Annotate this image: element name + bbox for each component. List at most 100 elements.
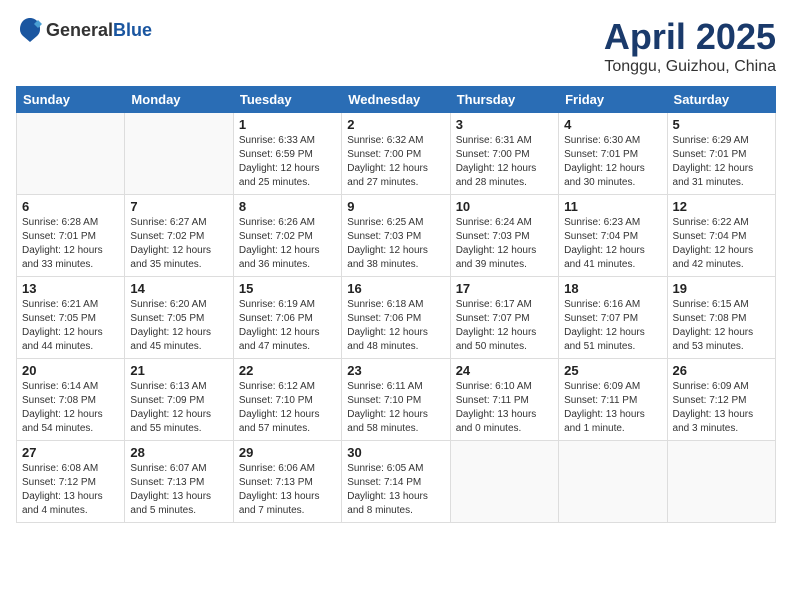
day-info: Sunrise: 6:21 AM Sunset: 7:05 PM Dayligh… <box>22 298 119 354</box>
table-row: 27Sunrise: 6:08 AM Sunset: 7:12 PM Dayli… <box>17 441 125 523</box>
table-row: 7 Sunrise: 6:27 AM Sunset: 7:02 PM Daylig… <box>125 195 233 277</box>
day-info: Sunrise: 6:09 AM Sunset: 7:11 PM Dayligh… <box>564 380 661 436</box>
day-info: Sunrise: 6:09 AM Sunset: 7:12 PM Dayligh… <box>673 380 770 436</box>
col-thursday: Thursday <box>450 87 558 113</box>
day-number: 3 <box>456 117 553 132</box>
table-row: 1Sunrise: 6:33 AM Sunset: 6:59 PM Daylig… <box>233 113 341 195</box>
table-row <box>450 441 558 523</box>
day-number: 19 <box>673 281 770 296</box>
table-row: 20 Sunrise: 6:14 AM Sunset: 7:08 PM Dayli… <box>17 359 125 441</box>
day-info: Sunrise: 6:05 AM Sunset: 7:14 PM Dayligh… <box>347 462 444 518</box>
day-number: 14 <box>130 281 227 296</box>
day-number: 21 <box>130 363 227 378</box>
day-info: Sunrise: 6:26 AM Sunset: 7:02 PM Dayligh… <box>239 216 336 272</box>
day-info: Sunrise: 6:13 AM Sunset: 7:09 PM Dayligh… <box>130 380 227 436</box>
day-number: 30 <box>347 445 444 460</box>
day-info: Sunrise: 6:28 AM Sunset: 7:01 PM Dayligh… <box>22 216 119 272</box>
day-info: Sunrise: 6:32 AM Sunset: 7:00 PM Dayligh… <box>347 134 444 190</box>
day-info: Sunrise: 6:30 AM Sunset: 7:01 PM Dayligh… <box>564 134 661 190</box>
day-info: Sunrise: 6:22 AM Sunset: 7:04 PM Dayligh… <box>673 216 770 272</box>
day-info: Sunrise: 6:14 AM Sunset: 7:08 PM Dayligh… <box>22 380 119 436</box>
day-info: Sunrise: 6:23 AM Sunset: 7:04 PM Dayligh… <box>564 216 661 272</box>
day-info: Sunrise: 6:08 AM Sunset: 7:12 PM Dayligh… <box>22 462 119 518</box>
table-row: 15Sunrise: 6:19 AM Sunset: 7:06 PM Dayli… <box>233 277 341 359</box>
day-info: Sunrise: 6:12 AM Sunset: 7:10 PM Dayligh… <box>239 380 336 436</box>
table-row: 17 Sunrise: 6:17 AM Sunset: 7:07 PM Dayli… <box>450 277 558 359</box>
day-number: 2 <box>347 117 444 132</box>
table-row: 16 Sunrise: 6:18 AM Sunset: 7:06 PM Dayli… <box>342 277 450 359</box>
day-number: 17 <box>456 281 553 296</box>
month-title: April 2025 <box>604 16 776 58</box>
page-header: GeneralBlue April 2025 Tonggu, Guizhou, … <box>16 16 776 76</box>
table-row: 2 Sunrise: 6:32 AM Sunset: 7:00 PM Daylig… <box>342 113 450 195</box>
day-number: 18 <box>564 281 661 296</box>
day-number: 24 <box>456 363 553 378</box>
logo: GeneralBlue <box>16 16 152 44</box>
calendar-week-row: 13Sunrise: 6:21 AM Sunset: 7:05 PM Dayli… <box>17 277 776 359</box>
table-row: 5 Sunrise: 6:29 AM Sunset: 7:01 PM Daylig… <box>667 113 775 195</box>
day-info: Sunrise: 6:16 AM Sunset: 7:07 PM Dayligh… <box>564 298 661 354</box>
col-sunday: Sunday <box>17 87 125 113</box>
table-row: 19 Sunrise: 6:15 AM Sunset: 7:08 PM Dayli… <box>667 277 775 359</box>
logo-icon <box>16 16 44 44</box>
day-number: 22 <box>239 363 336 378</box>
table-row: 28 Sunrise: 6:07 AM Sunset: 7:13 PM Dayli… <box>125 441 233 523</box>
day-number: 23 <box>347 363 444 378</box>
calendar-week-row: 20 Sunrise: 6:14 AM Sunset: 7:08 PM Dayli… <box>17 359 776 441</box>
calendar-table: Sunday Monday Tuesday Wednesday Thursday… <box>16 86 776 523</box>
day-number: 4 <box>564 117 661 132</box>
logo-text: GeneralBlue <box>46 20 152 41</box>
day-number: 25 <box>564 363 661 378</box>
day-info: Sunrise: 6:07 AM Sunset: 7:13 PM Dayligh… <box>130 462 227 518</box>
day-number: 6 <box>22 199 119 214</box>
table-row: 21 Sunrise: 6:13 AM Sunset: 7:09 PM Dayli… <box>125 359 233 441</box>
table-row: 12 Sunrise: 6:22 AM Sunset: 7:04 PM Dayli… <box>667 195 775 277</box>
calendar-header-row: Sunday Monday Tuesday Wednesday Thursday… <box>17 87 776 113</box>
day-number: 26 <box>673 363 770 378</box>
day-number: 16 <box>347 281 444 296</box>
table-row: 11 Sunrise: 6:23 AM Sunset: 7:04 PM Dayli… <box>559 195 667 277</box>
day-number: 29 <box>239 445 336 460</box>
table-row: 29 Sunrise: 6:06 AM Sunset: 7:13 PM Dayli… <box>233 441 341 523</box>
day-number: 7 <box>130 199 227 214</box>
day-number: 1 <box>239 117 336 132</box>
day-info: Sunrise: 6:27 AM Sunset: 7:02 PM Dayligh… <box>130 216 227 272</box>
table-row <box>559 441 667 523</box>
table-row: 18 Sunrise: 6:16 AM Sunset: 7:07 PM Dayli… <box>559 277 667 359</box>
day-info: Sunrise: 6:29 AM Sunset: 7:01 PM Dayligh… <box>673 134 770 190</box>
day-info: Sunrise: 6:17 AM Sunset: 7:07 PM Dayligh… <box>456 298 553 354</box>
day-info: Sunrise: 6:25 AM Sunset: 7:03 PM Dayligh… <box>347 216 444 272</box>
day-number: 12 <box>673 199 770 214</box>
day-number: 11 <box>564 199 661 214</box>
table-row: 3 Sunrise: 6:31 AM Sunset: 7:00 PM Daylig… <box>450 113 558 195</box>
table-row: 25 Sunrise: 6:09 AM Sunset: 7:11 PM Dayli… <box>559 359 667 441</box>
calendar-week-row: 27Sunrise: 6:08 AM Sunset: 7:12 PM Dayli… <box>17 441 776 523</box>
day-info: Sunrise: 6:20 AM Sunset: 7:05 PM Dayligh… <box>130 298 227 354</box>
table-row: 9Sunrise: 6:25 AM Sunset: 7:03 PM Daylig… <box>342 195 450 277</box>
table-row: 24 Sunrise: 6:10 AM Sunset: 7:11 PM Dayli… <box>450 359 558 441</box>
day-info: Sunrise: 6:10 AM Sunset: 7:11 PM Dayligh… <box>456 380 553 436</box>
day-number: 5 <box>673 117 770 132</box>
col-tuesday: Tuesday <box>233 87 341 113</box>
calendar-week-row: 6 Sunrise: 6:28 AM Sunset: 7:01 PM Daylig… <box>17 195 776 277</box>
day-info: Sunrise: 6:15 AM Sunset: 7:08 PM Dayligh… <box>673 298 770 354</box>
day-number: 8 <box>239 199 336 214</box>
day-number: 20 <box>22 363 119 378</box>
table-row: 8 Sunrise: 6:26 AM Sunset: 7:02 PM Daylig… <box>233 195 341 277</box>
day-number: 15 <box>239 281 336 296</box>
day-number: 28 <box>130 445 227 460</box>
day-number: 10 <box>456 199 553 214</box>
day-info: Sunrise: 6:31 AM Sunset: 7:00 PM Dayligh… <box>456 134 553 190</box>
day-info: Sunrise: 6:11 AM Sunset: 7:10 PM Dayligh… <box>347 380 444 436</box>
table-row: 14 Sunrise: 6:20 AM Sunset: 7:05 PM Dayli… <box>125 277 233 359</box>
col-friday: Friday <box>559 87 667 113</box>
table-row: 10Sunrise: 6:24 AM Sunset: 7:03 PM Dayli… <box>450 195 558 277</box>
day-info: Sunrise: 6:06 AM Sunset: 7:13 PM Dayligh… <box>239 462 336 518</box>
col-saturday: Saturday <box>667 87 775 113</box>
table-row: 30 Sunrise: 6:05 AM Sunset: 7:14 PM Dayli… <box>342 441 450 523</box>
table-row: 13Sunrise: 6:21 AM Sunset: 7:05 PM Dayli… <box>17 277 125 359</box>
table-row: 4 Sunrise: 6:30 AM Sunset: 7:01 PM Daylig… <box>559 113 667 195</box>
location-title: Tonggu, Guizhou, China <box>604 58 776 76</box>
table-row <box>125 113 233 195</box>
day-info: Sunrise: 6:18 AM Sunset: 7:06 PM Dayligh… <box>347 298 444 354</box>
